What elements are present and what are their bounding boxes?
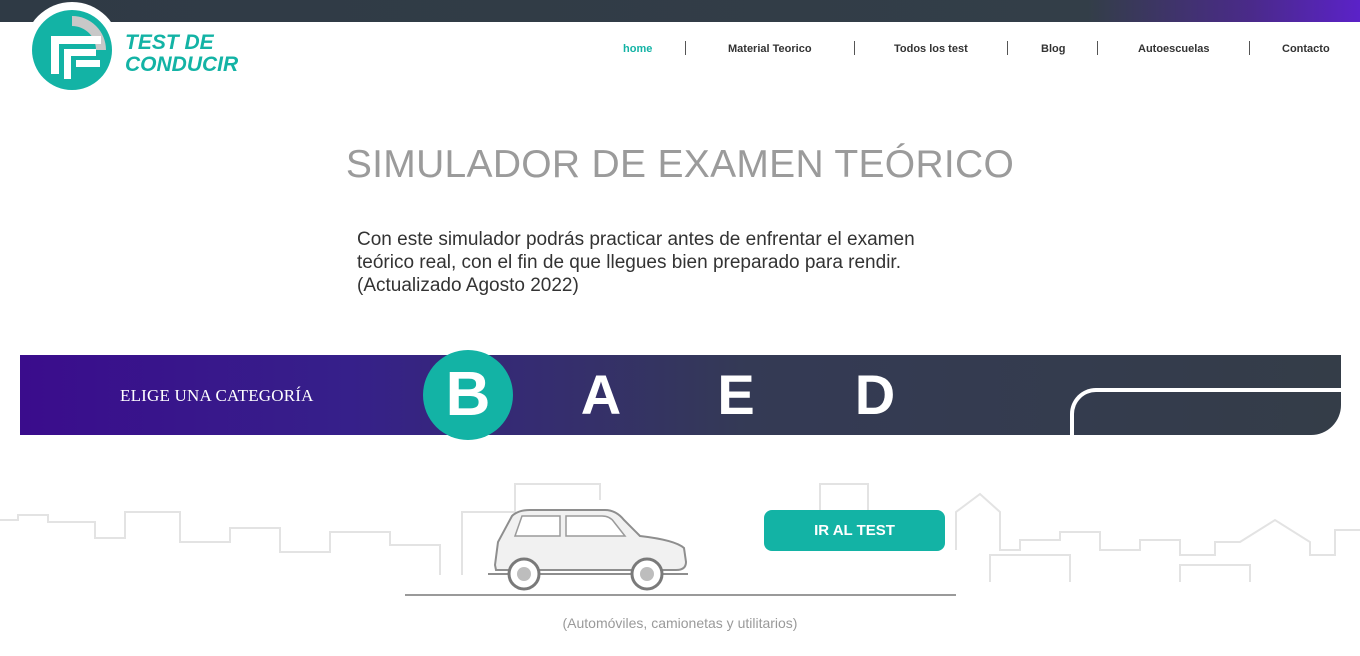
intro-line: Con este simulador podrás practicar ante… bbox=[357, 229, 915, 250]
logo-text-line1: TEST DE bbox=[125, 31, 214, 54]
intro-text: Con este simulador podrás practicar ante… bbox=[357, 228, 977, 297]
logo-icon bbox=[32, 10, 112, 90]
nav-material-teorico[interactable]: Material Teorico bbox=[728, 43, 812, 55]
nav-separator bbox=[1249, 41, 1250, 55]
nav-autoescuelas[interactable]: Autoescuelas bbox=[1138, 43, 1210, 55]
category-banner: ELIGE UNA CATEGORÍA bbox=[20, 355, 1341, 435]
category-d-button[interactable]: D bbox=[845, 350, 905, 440]
nav-separator bbox=[1007, 41, 1008, 55]
nav-home[interactable]: home bbox=[623, 43, 652, 55]
nav-todos-los-test[interactable]: Todos los test bbox=[894, 43, 968, 55]
nav-blog[interactable]: Blog bbox=[1041, 43, 1065, 55]
nav-separator bbox=[854, 41, 855, 55]
category-label: ELIGE UNA CATEGORÍA bbox=[120, 386, 314, 405]
category-a-button[interactable]: A bbox=[571, 350, 631, 440]
nav-separator bbox=[1097, 41, 1098, 55]
road-line bbox=[405, 594, 956, 596]
category-e-button[interactable]: E bbox=[711, 350, 761, 440]
go-to-test-button[interactable]: IR AL TEST bbox=[764, 510, 945, 551]
logo-text: TEST DE CONDUCIR bbox=[125, 32, 238, 76]
intro-line: teórico real, con el fin de que llegues … bbox=[357, 252, 901, 273]
logo-text-line2: CONDUCIR bbox=[125, 53, 239, 76]
nav-contacto[interactable]: Contacto bbox=[1282, 43, 1330, 55]
car-icon bbox=[488, 509, 688, 591]
category-caption: (Automóviles, camionetas y utilitarios) bbox=[562, 615, 798, 631]
nav-separator bbox=[685, 41, 686, 55]
banner-decoration bbox=[1070, 388, 1341, 435]
category-b-button[interactable]: B bbox=[423, 350, 513, 440]
page-title: SIMULADOR DE EXAMEN TEÓRICO bbox=[345, 143, 1015, 186]
site-logo[interactable]: TEST DE CONDUCIR bbox=[24, 2, 284, 98]
update-note: (Actualizado Agosto 2022) bbox=[357, 275, 579, 296]
city-skyline-illustration bbox=[0, 483, 1360, 591]
logo-emblem bbox=[24, 2, 120, 98]
